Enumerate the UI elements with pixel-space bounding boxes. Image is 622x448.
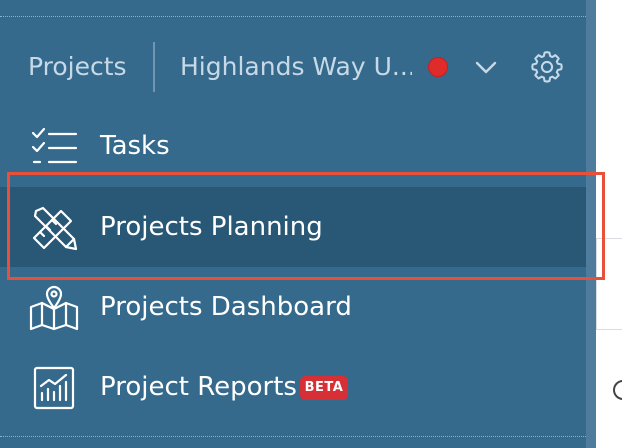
chevron-down-icon — [475, 61, 497, 74]
sidebar-item-label: Tasks — [100, 131, 170, 161]
sidebar-item-tasks[interactable]: Tasks — [0, 106, 586, 186]
checklist-icon — [28, 124, 80, 170]
project-name[interactable]: Highlands Way U... — [180, 50, 412, 84]
bottom-divider — [0, 436, 586, 437]
sidebar-scrollbar[interactable] — [586, 0, 596, 448]
beta-badge: BETA — [300, 376, 348, 400]
content-panel-edge — [596, 238, 622, 330]
map-pin-icon — [28, 285, 80, 331]
sidebar-item-label: Projects Planning — [100, 212, 323, 242]
sidebar-item-projects-planning[interactable]: Projects Planning — [0, 187, 586, 267]
project-dropdown-button[interactable] — [472, 54, 500, 80]
header-divider — [153, 42, 155, 92]
sidebar-item-label: Project Reports — [100, 372, 297, 402]
sidebar-item-label: Projects Dashboard — [100, 292, 352, 322]
sidebar-item-projects-dashboard[interactable]: Projects Dashboard — [0, 267, 586, 347]
settings-button[interactable] — [528, 48, 566, 86]
pencil-ruler-icon — [28, 205, 80, 251]
projects-section-label[interactable]: Projects — [28, 50, 127, 84]
project-status-indicator — [428, 57, 448, 77]
app-window: Projects Highlands Way U... Tasks Projec… — [0, 0, 622, 448]
gear-icon — [531, 51, 563, 83]
bar-chart-icon — [28, 365, 80, 411]
sidebar-item-project-reports[interactable]: Project Reports — [0, 347, 586, 427]
top-divider — [0, 16, 586, 17]
